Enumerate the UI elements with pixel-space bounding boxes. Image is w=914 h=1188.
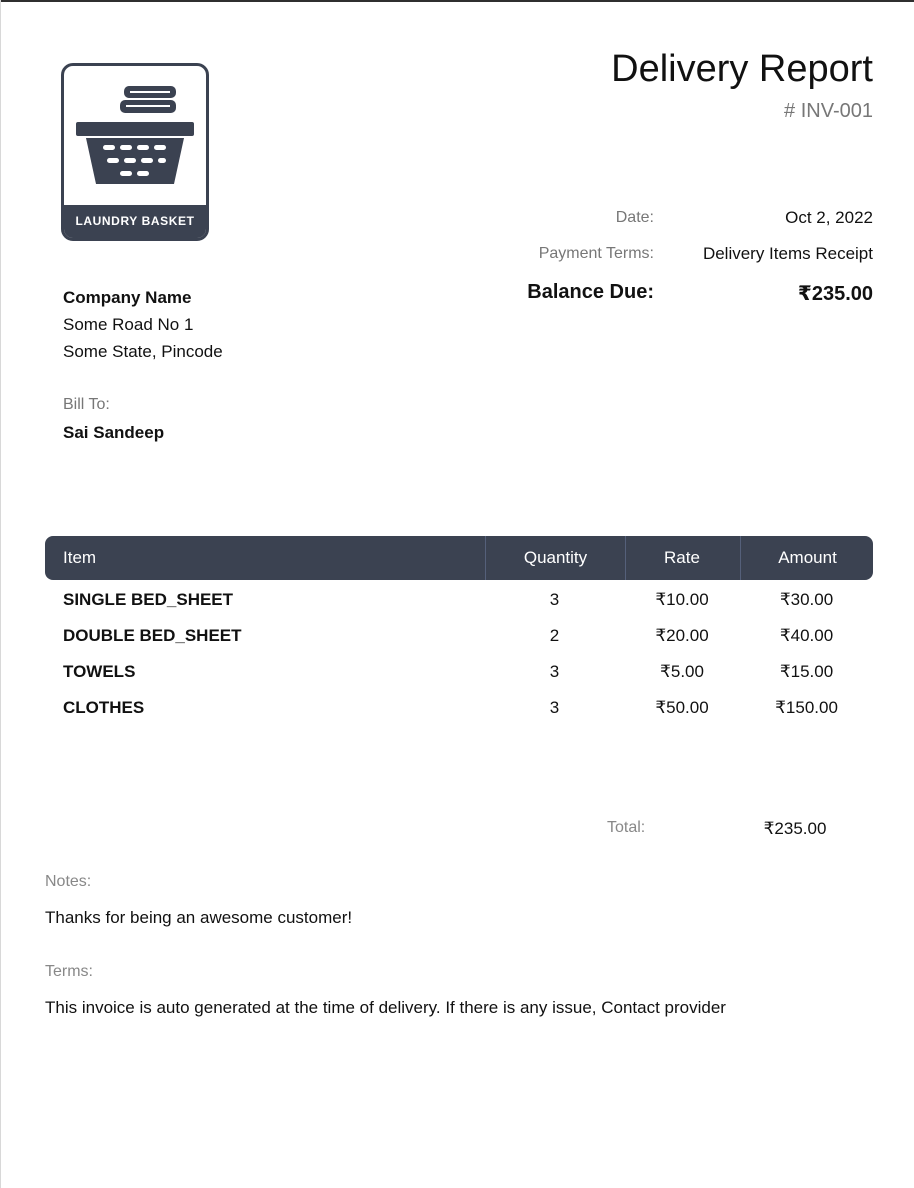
total-value: ₹235.00 bbox=[763, 819, 827, 838]
column-header-rate: Rate bbox=[664, 548, 700, 567]
item-name: DOUBLE BED_SHEET bbox=[63, 626, 242, 645]
item-amount: ₹30.00 bbox=[779, 590, 834, 609]
item-name: CLOTHES bbox=[63, 698, 145, 717]
payment-terms-value: Delivery Items Receipt bbox=[702, 244, 873, 263]
terms-text: This invoice is auto generated at the ti… bbox=[45, 998, 726, 1017]
item-name: TOWELS bbox=[63, 662, 136, 681]
column-header-quantity: Quantity bbox=[485, 536, 626, 580]
document-title: Delivery Report bbox=[611, 48, 873, 90]
item-amount: ₹150.00 bbox=[775, 698, 838, 717]
item-amount: ₹40.00 bbox=[779, 626, 834, 645]
date-value: Oct 2, 2022 bbox=[785, 208, 873, 227]
left-border bbox=[0, 0, 1, 1188]
table-row: DOUBLE BED_SHEET 2 ₹20.00 ₹40.00 bbox=[45, 624, 873, 660]
bill-to-label: Bill To: bbox=[63, 396, 110, 413]
table-row: CLOTHES 3 ₹50.00 ₹150.00 bbox=[45, 696, 873, 732]
notes-text: Thanks for being an awesome customer! bbox=[45, 908, 353, 927]
table-row: SINGLE BED_SHEET 3 ₹10.00 ₹30.00 bbox=[45, 588, 873, 624]
company-address-line1: Some Road No 1 bbox=[63, 315, 194, 334]
date-label: Date: bbox=[615, 209, 654, 226]
notes-label: Notes: bbox=[45, 873, 92, 890]
terms-label: Terms: bbox=[45, 963, 93, 980]
total-label: Total: bbox=[607, 819, 646, 836]
item-rate: ₹10.00 bbox=[655, 590, 709, 609]
item-rate: ₹50.00 bbox=[655, 698, 709, 717]
balance-due-label: Balance Due: bbox=[527, 281, 654, 303]
invoice-number: # INV-001 bbox=[784, 100, 873, 122]
item-quantity: 2 bbox=[549, 626, 560, 645]
payment-terms-label: Payment Terms: bbox=[538, 245, 654, 262]
items-table-header: Item Quantity Rate Amount bbox=[45, 536, 873, 580]
top-border bbox=[0, 0, 914, 2]
table-row: TOWELS 3 ₹5.00 ₹15.00 bbox=[45, 660, 873, 696]
company-logo: LAUNDRY BASKET bbox=[61, 63, 209, 241]
balance-due-value: ₹235.00 bbox=[797, 283, 873, 305]
item-quantity: 3 bbox=[549, 662, 560, 681]
company-address-line2: Some State, Pincode bbox=[63, 342, 223, 361]
item-name: SINGLE BED_SHEET bbox=[63, 590, 234, 609]
item-amount: ₹15.00 bbox=[779, 662, 834, 681]
item-quantity: 3 bbox=[549, 698, 560, 717]
logo-label: LAUNDRY BASKET bbox=[64, 205, 206, 238]
column-header-amount: Amount bbox=[740, 536, 874, 580]
company-name: Company Name bbox=[63, 288, 192, 307]
bill-to-name: Sai Sandeep bbox=[63, 423, 165, 442]
column-header-item: Item bbox=[63, 548, 97, 567]
item-rate: ₹20.00 bbox=[655, 626, 709, 645]
item-rate: ₹5.00 bbox=[660, 662, 704, 681]
item-quantity: 3 bbox=[549, 590, 560, 609]
